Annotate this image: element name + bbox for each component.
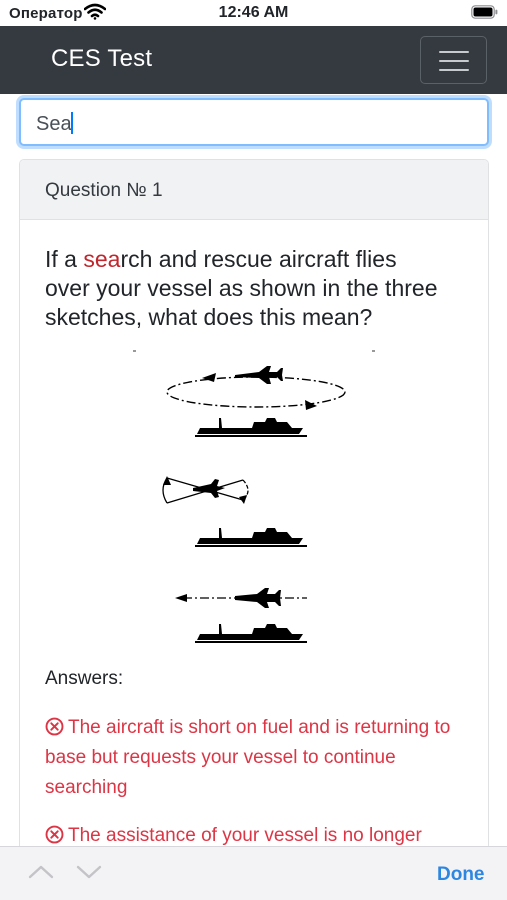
sketch-crossing-aircraft — [162, 476, 249, 504]
battery-icon — [471, 5, 498, 20]
chevron-down-icon[interactable] — [75, 863, 103, 881]
keyboard-accessory-bar: Done — [0, 846, 507, 900]
ship-1 — [195, 418, 307, 437]
chevron-up-icon[interactable] — [27, 863, 55, 881]
navbar-brand[interactable]: CES Test — [51, 45, 152, 73]
ship-2 — [195, 528, 307, 547]
done-button[interactable]: Done — [437, 864, 485, 886]
question-illustration — [45, 348, 464, 662]
text-caret — [70, 112, 73, 134]
navbar-toggler-button[interactable] — [420, 36, 487, 84]
circle-x-icon — [45, 825, 64, 844]
answers-label: Answers: — [45, 668, 124, 689]
ship-3 — [195, 624, 307, 643]
answer-item[interactable]: The aircraft is short on fuel and is ret… — [45, 713, 470, 803]
search-highlight: sea — [83, 246, 121, 272]
question-card: Question № 1 If a search and rescue airc… — [19, 159, 489, 859]
question-number: Question № 1 — [45, 180, 163, 201]
search-input[interactable]: Sea — [19, 98, 489, 146]
circle-x-icon — [45, 717, 64, 736]
card-header: Question № 1 — [20, 160, 488, 220]
sketch-circling-aircraft — [166, 366, 346, 410]
question-text: If a search and rescue aircraft flies ov… — [45, 246, 438, 330]
search-input-value: Sea — [36, 112, 73, 135]
sketch-straight-aircraft — [175, 588, 307, 608]
status-bar: Оператор 12:46 AM — [0, 0, 507, 26]
status-time: 12:46 AM — [218, 4, 289, 21]
navbar: CES Test — [0, 26, 507, 94]
